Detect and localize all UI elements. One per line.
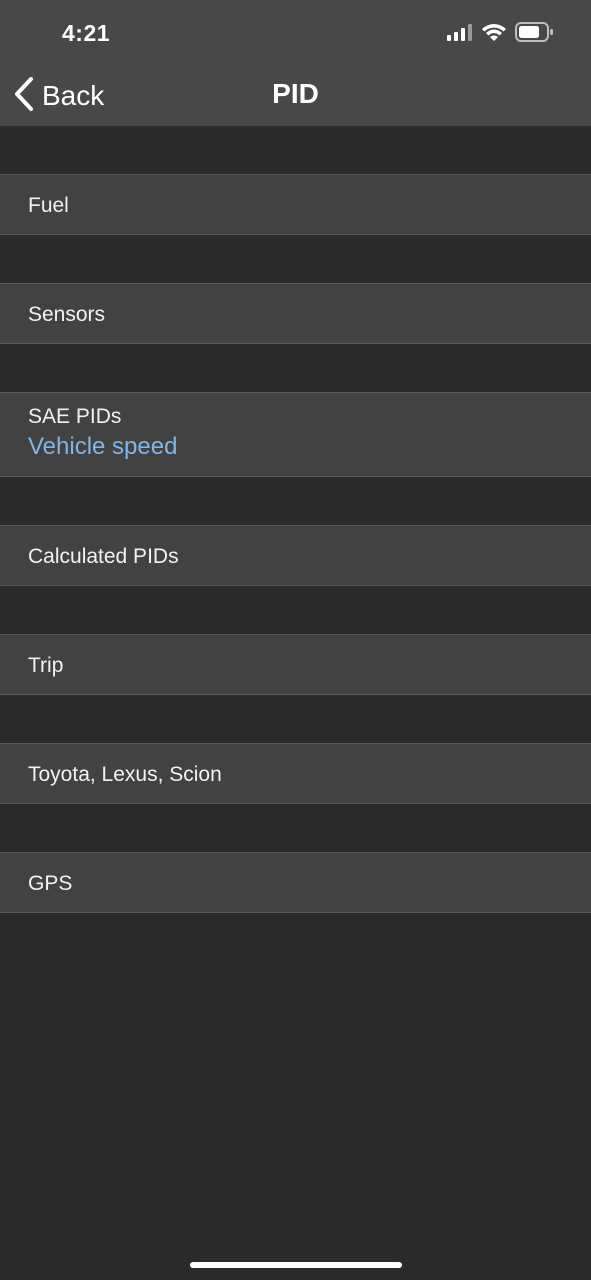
list-item-trip[interactable]: Trip [0,634,591,695]
list-item-gps[interactable]: GPS [0,852,591,913]
list-item-label: GPS [28,872,73,895]
status-time: 4:21 [62,20,111,46]
list-item-label: Calculated PIDs [28,545,179,568]
cellular-signal-icon [447,23,473,46]
status-bar: 4:21 [0,0,591,64]
list-item-label: SAE PIDs [28,405,122,428]
list-item-toyota-lexus-scion[interactable]: Toyota, Lexus, Scion [0,743,591,804]
list-item-fuel[interactable]: Fuel [0,174,591,235]
back-button[interactable]: Back [14,76,104,116]
chevron-left-icon [14,76,34,116]
list-item-label: Toyota, Lexus, Scion [28,763,222,786]
back-label: Back [42,80,105,111]
list-item-sensors[interactable]: Sensors [0,283,591,344]
list-item-label: Sensors [28,303,106,326]
home-indicator[interactable] [190,1262,402,1268]
list-item-label: Fuel [28,194,69,217]
wifi-icon [481,22,507,47]
list-item-calculated-pids[interactable]: Calculated PIDs [0,525,591,586]
status-icons [447,22,553,47]
list-item-selected-value: Vehicle speed [28,433,178,460]
navigation-bar: PID Back [0,64,591,126]
battery-icon [515,22,553,47]
list-item-label: Trip [28,654,64,677]
list-item-sae-pids[interactable]: SAE PIDs Vehicle speed [0,392,591,477]
